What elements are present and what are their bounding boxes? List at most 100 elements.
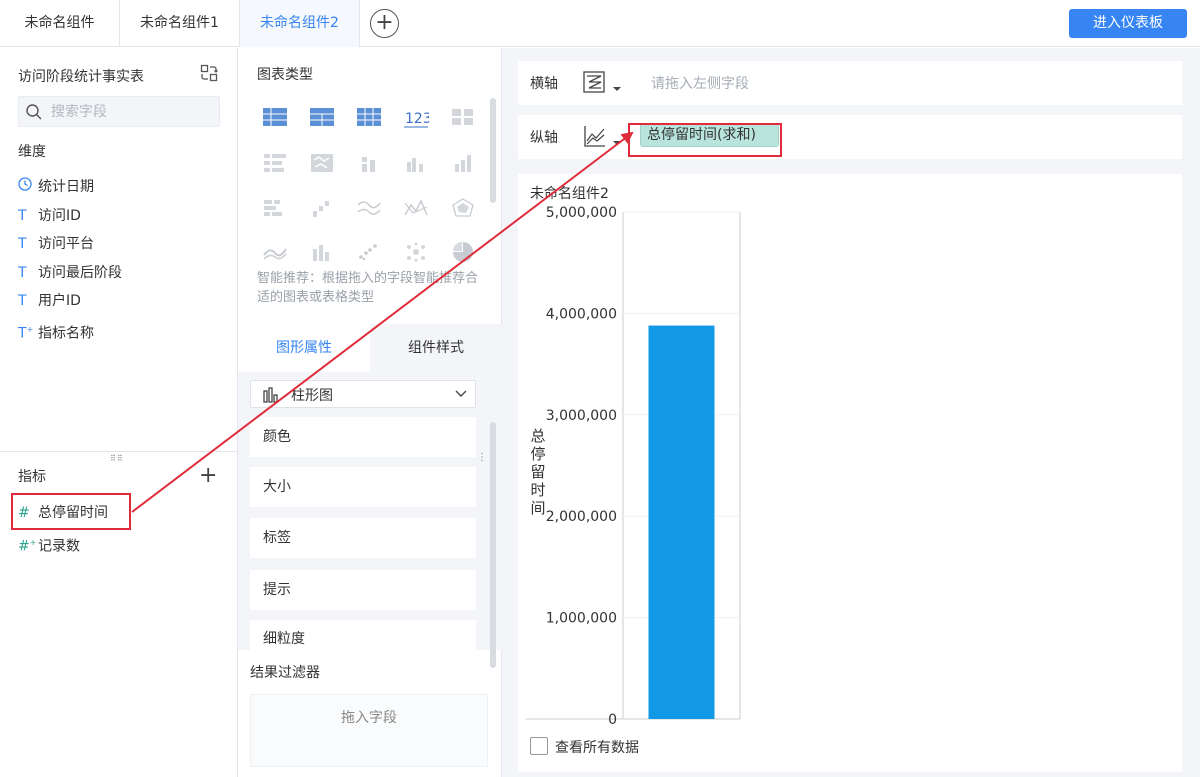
add-tab-button[interactable]: + — [370, 9, 399, 38]
dimension-field[interactable]: T 访问最后阶段 — [18, 262, 122, 284]
x-axis-type-icon[interactable] — [582, 70, 626, 96]
y-tick-label: 0 — [608, 712, 617, 724]
area-chart-icon[interactable] — [403, 197, 429, 219]
data-field-panel: 访问阶段统计事实表 维度 统计日期 T 访问ID T访问平台 T 访问最后阶段 T用… — [0, 48, 238, 777]
column-chart-icon[interactable] — [450, 152, 476, 174]
text-type-icon: T — [18, 208, 27, 224]
chart-type-select[interactable]: 柱形图 — [250, 380, 476, 408]
line-chart-icon[interactable] — [356, 197, 382, 219]
switch-table-icon[interactable] — [200, 64, 218, 82]
column-chart-icon — [263, 387, 278, 403]
show-all-data-checkbox[interactable] — [530, 737, 548, 755]
prop-label[interactable]: 标签 — [250, 518, 476, 558]
cross-table-icon[interactable] — [356, 106, 382, 128]
x-axis-label: 横轴 — [530, 76, 558, 92]
enter-dashboard-button[interactable]: 进入仪表板 — [1069, 9, 1187, 38]
waterfall-chart-icon[interactable] — [309, 197, 335, 219]
property-tabs: 图形属性 组件样式 — [238, 324, 502, 372]
drag-handle-icon[interactable]: ⋮ — [477, 452, 487, 463]
x-axis-row: 横轴 请拖入左侧字段 — [518, 61, 1182, 105]
prop-granularity[interactable]: 细粒度 — [250, 620, 476, 650]
field-label: 访问最后阶段 — [38, 265, 122, 281]
y-tick-label: 2,000,000 — [546, 509, 617, 525]
kpi-card-icon[interactable] — [450, 106, 476, 128]
scatter-chart-icon[interactable] — [356, 241, 382, 263]
radar-chart-icon[interactable] — [450, 197, 476, 219]
result-filter-title: 结果过滤器 — [250, 665, 320, 681]
measure-section-title: 指标 — [18, 469, 46, 485]
y-axis-title-char: 总 — [530, 427, 545, 445]
field-label: 记录数 — [38, 538, 80, 555]
y-tick-label: 5,000,000 — [546, 205, 617, 221]
y-tick-label: 1,000,000 — [546, 611, 617, 627]
y-axis-title-char: 间 — [530, 499, 545, 517]
tab-component-0[interactable]: 未命名组件 — [0, 0, 120, 47]
table-name: 访问阶段统计事实表 — [18, 69, 144, 85]
field-label: 统计日期 — [38, 179, 94, 195]
stream-chart-icon[interactable] — [262, 241, 288, 263]
y-axis-row: 纵轴 总停留时间(求和) — [518, 115, 1182, 159]
y-tick-label: 4,000,000 — [546, 306, 617, 322]
smart-recommend-hint: 智能推荐：根据拖入的字段智能推荐合适的图表或表格类型 — [257, 271, 479, 305]
detail-table-icon[interactable] — [262, 106, 288, 128]
y-tick-label: 3,000,000 — [546, 408, 617, 424]
bar-horizontal-icon[interactable] — [262, 197, 288, 219]
dimension-section-title: 维度 — [18, 144, 46, 160]
show-all-data-label: 查看所有数据 — [555, 740, 639, 756]
top-tab-bar: 未命名组件 未命名组件1 未命名组件2 + 进入仪表板 — [0, 0, 1200, 47]
y-axis-title-char: 停 — [530, 445, 545, 463]
prop-color[interactable]: 颜色 — [250, 417, 476, 457]
map-chart-icon[interactable] — [309, 152, 335, 174]
bubble-chart-icon[interactable] — [403, 241, 429, 263]
drag-handle-icon[interactable]: ⠿⠿ — [110, 454, 124, 463]
text-type-icon: T — [18, 265, 27, 281]
dimension-field[interactable]: T+ 指标名称 — [18, 319, 94, 342]
tab-component-2[interactable]: 未命名组件2 — [240, 0, 360, 47]
stacked-bar-icon[interactable] — [356, 152, 382, 174]
group-table-icon[interactable] — [309, 106, 335, 128]
clock-icon — [18, 176, 38, 198]
search-input[interactable] — [51, 100, 211, 123]
chart-config-panel: 图表类型 123 智能推荐：根据拖入的字段智能推荐合适的图表或表格类型 图形属性… — [238, 48, 502, 777]
prop-size[interactable]: 大小 — [250, 467, 476, 507]
tab-component-style[interactable]: 组件样式 — [370, 324, 502, 372]
dimension-field[interactable]: T 访问ID — [18, 205, 81, 227]
x-axis-dropzone[interactable]: 请拖入左侧字段 — [651, 73, 749, 93]
pie-chart-icon[interactable] — [450, 241, 476, 263]
result-filter-dropzone[interactable]: 拖入字段 — [250, 694, 488, 767]
y-axis-title-char: 留 — [530, 463, 545, 481]
field-label: 用户ID — [38, 293, 81, 309]
field-label: 访问ID — [38, 208, 81, 224]
bar — [648, 325, 715, 719]
text-calc-type-icon: T+ — [18, 325, 34, 342]
y-axis-type-icon[interactable] — [582, 124, 626, 150]
y-axis-label: 纵轴 — [530, 130, 558, 146]
dimension-field[interactable]: 统计日期 — [18, 176, 94, 198]
highlight-target-box — [628, 123, 782, 157]
chart-type-scrollbar[interactable] — [490, 98, 496, 203]
property-area: 柱形图 颜色 大小 标签 提示 细粒度 — [238, 372, 502, 668]
kpi-number-icon[interactable]: 123 — [403, 106, 429, 128]
dimension-field[interactable]: T 访问平台 — [18, 233, 94, 255]
search-icon — [26, 104, 42, 120]
panel-splitter[interactable] — [0, 451, 238, 452]
tab-component-1[interactable]: 未命名组件1 — [120, 0, 240, 47]
chart-card: 未命名组件2 0 1,000,000 2,000,000 3,000,000 4,000… — [518, 174, 1182, 772]
add-measure-button[interactable]: + — [199, 463, 217, 488]
field-search-box[interactable] — [18, 96, 220, 127]
chart-type-value: 柱形图 — [291, 388, 333, 404]
field-label: 指标名称 — [38, 325, 94, 342]
combo-chart-icon[interactable] — [309, 241, 335, 263]
measure-field[interactable]: #+ 记录数 — [18, 532, 80, 555]
svg-text:123: 123 — [405, 111, 429, 127]
tab-graphic-properties[interactable]: 图形属性 — [238, 324, 370, 372]
prop-tooltip[interactable]: 提示 — [250, 570, 476, 610]
property-scrollbar[interactable] — [490, 422, 496, 668]
chart-type-title: 图表类型 — [257, 67, 313, 83]
bar-chart: 0 1,000,000 2,000,000 3,000,000 4,000,000 5,0… — [526, 205, 741, 724]
field-label: 访问平台 — [38, 236, 94, 252]
list-chart-icon[interactable] — [262, 152, 288, 174]
dimension-field[interactable]: T 用户ID — [18, 290, 81, 312]
chevron-down-icon — [455, 390, 467, 397]
grouped-bar-icon[interactable] — [403, 152, 429, 174]
